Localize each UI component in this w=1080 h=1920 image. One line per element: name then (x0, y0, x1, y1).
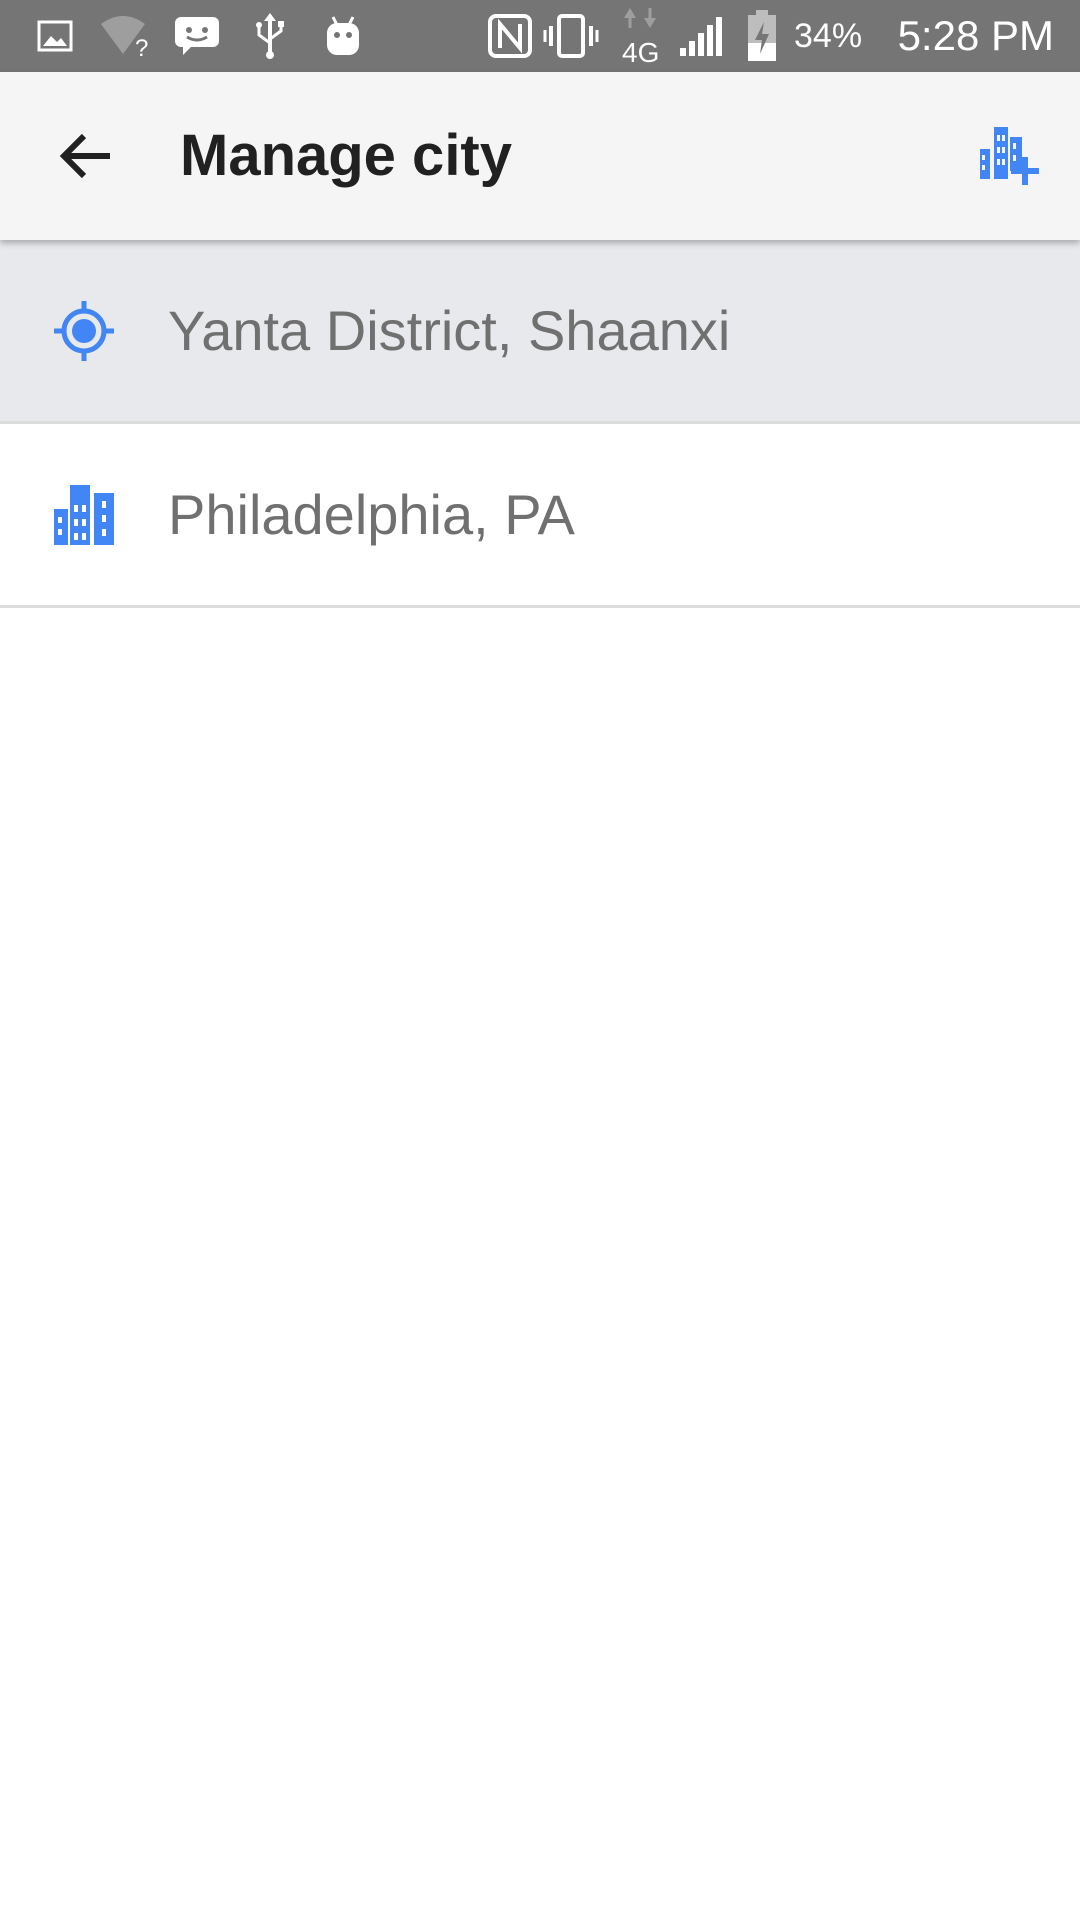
city-name: Philadelphia, PA (168, 483, 575, 546)
battery-charging-icon (742, 0, 782, 72)
usb-icon (250, 0, 290, 72)
arrow-back-icon (59, 133, 110, 179)
svg-text:4G: 4G (622, 37, 659, 66)
add-city-icon (980, 127, 1039, 185)
add-city-button[interactable] (960, 106, 1060, 206)
city-name: Yanta District, Shaanxi (168, 299, 731, 362)
app-bar: Manage city (0, 72, 1080, 240)
status-bar: ? 4G 34% 5:28 PM (0, 0, 1080, 72)
android-icon (322, 0, 364, 72)
signal-icon (676, 0, 726, 72)
city-list: Yanta District, Shaanxi Philadelphia, PA (0, 240, 1080, 608)
back-button[interactable] (36, 106, 136, 206)
location-target-icon (48, 240, 120, 421)
city-buildings-icon (48, 424, 120, 605)
gallery-icon (34, 0, 76, 72)
city-row-current-location[interactable]: Yanta District, Shaanxi (0, 240, 1080, 424)
vibrate-icon (542, 0, 600, 72)
page-title: Manage city (180, 123, 512, 188)
battery-percent: 34% (794, 17, 863, 55)
mobile-data-icon: 4G (620, 0, 664, 72)
wifi-unknown-icon: ? (98, 0, 152, 72)
svg-text:?: ? (135, 35, 148, 58)
status-time: 5:28 PM (897, 12, 1054, 59)
nfc-icon (486, 0, 534, 72)
messenger-icon (172, 0, 222, 72)
city-row-philadelphia[interactable]: Philadelphia, PA (0, 424, 1080, 608)
